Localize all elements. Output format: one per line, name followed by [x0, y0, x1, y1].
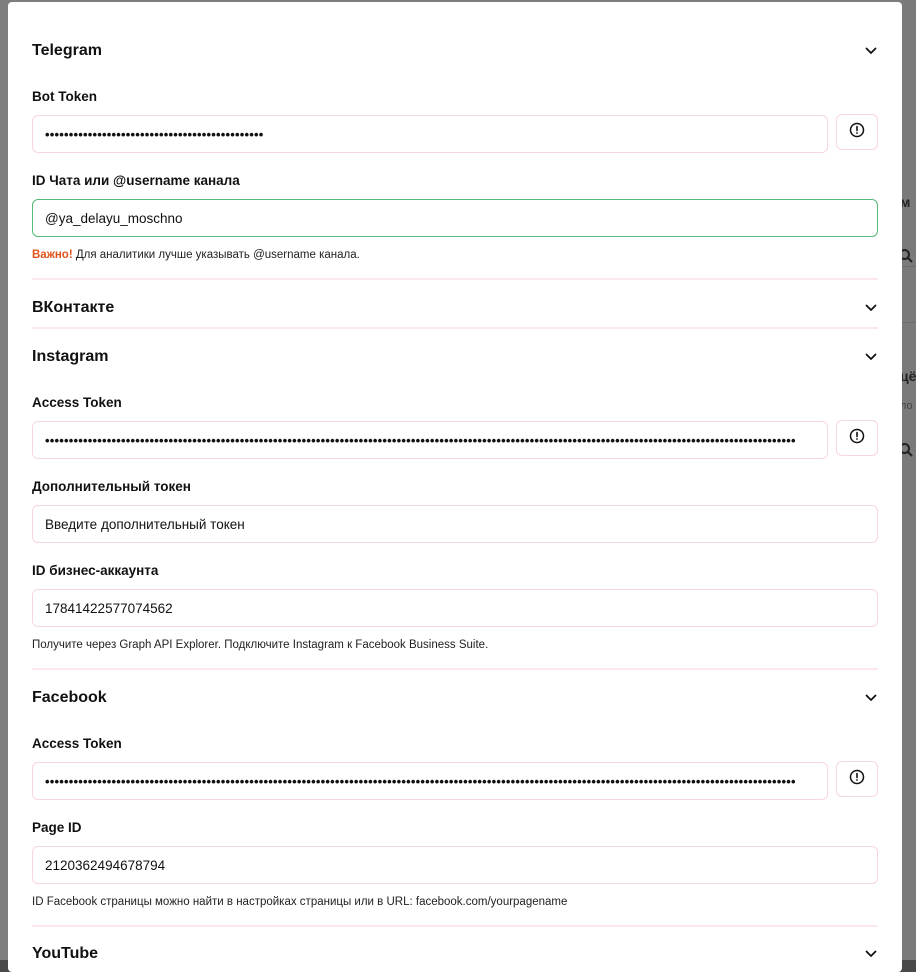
chevron-down-icon: [864, 44, 878, 58]
section-header-instagram[interactable]: Instagram: [32, 345, 878, 369]
toggle-instagram-token-button[interactable]: [836, 420, 878, 456]
business-id-label: ID бизнес-аккаунта: [32, 563, 159, 578]
chevron-down-icon: [864, 301, 878, 315]
facebook-access-token-field[interactable]: ••••••••••••••••••••••••••••••••••••••••…: [32, 762, 828, 800]
page-id-label: Page ID: [32, 820, 82, 835]
bot-token-value: ••••••••••••••••••••••••••••••••••••••••…: [45, 126, 264, 142]
section-title: Telegram: [32, 42, 102, 59]
background-text: цё: [900, 368, 916, 384]
instagram-access-token-value: ••••••••••••••••••••••••••••••••••••••••…: [45, 432, 796, 448]
telegram-hint: Важно! Для аналитики лучше указывать @us…: [32, 249, 360, 261]
extra-token-label: Дополнительный токен: [32, 479, 191, 494]
section-title: Instagram: [32, 348, 109, 365]
section-title: Facebook: [32, 689, 107, 706]
page-id-field[interactable]: 2120362494678794: [32, 846, 878, 884]
section-divider: [32, 925, 878, 927]
alert-circle-icon: [849, 769, 865, 790]
chevron-down-icon: [864, 350, 878, 364]
background-strip: [902, 0, 916, 960]
instagram-access-token-field[interactable]: ••••••••••••••••••••••••••••••••••••••••…: [32, 421, 828, 459]
facebook-hint: ID Facebook страницы можно найти в настр…: [32, 896, 568, 908]
instagram-hint: Получите через Graph API Explorer. Подкл…: [32, 639, 489, 651]
alert-circle-icon: [849, 428, 865, 449]
business-id-value: 17841422577074562: [45, 600, 173, 616]
extra-token-field[interactable]: Введите дополнительный токен: [32, 505, 878, 543]
background-divider: [902, 322, 916, 323]
chevron-down-icon: [864, 691, 878, 705]
bot-token-label: Bot Token: [32, 89, 97, 104]
section-divider: [32, 668, 878, 670]
section-header-vk[interactable]: ВКонтакте: [32, 296, 878, 320]
section-divider: [32, 278, 878, 280]
section-header-facebook[interactable]: Facebook: [32, 686, 878, 710]
section-header-telegram[interactable]: Telegram: [32, 39, 878, 63]
chat-id-label: ID Чата или @username канала: [32, 173, 240, 188]
page-id-value: 2120362494678794: [45, 857, 166, 873]
background-divider: [902, 266, 916, 267]
business-id-field[interactable]: 17841422577074562: [32, 589, 878, 627]
chat-id-field[interactable]: @ya_delayu_moschno: [32, 199, 878, 237]
important-label: Важно!: [32, 249, 73, 261]
section-title: ВКонтакте: [32, 299, 115, 316]
section-header-youtube[interactable]: YouTube: [32, 942, 878, 966]
section-divider: [32, 327, 878, 329]
facebook-access-token-value: ••••••••••••••••••••••••••••••••••••••••…: [45, 773, 796, 789]
toggle-facebook-token-button[interactable]: [836, 761, 878, 797]
facebook-access-token-label: Access Token: [32, 736, 122, 751]
chevron-down-icon: [864, 947, 878, 961]
extra-token-placeholder: Введите дополнительный токен: [45, 516, 245, 532]
chat-id-value: @ya_delayu_moschno: [45, 210, 183, 226]
integrations-modal: Telegram Bot Token •••••••••••••••••••••…: [8, 2, 902, 972]
hint-text: Для аналитики лучше указывать @username …: [72, 249, 360, 261]
instagram-access-token-label: Access Token: [32, 395, 122, 410]
alert-circle-icon: [849, 122, 865, 143]
bot-token-field[interactable]: ••••••••••••••••••••••••••••••••••••••••…: [32, 115, 828, 153]
section-title: YouTube: [32, 945, 99, 962]
toggle-bot-token-button[interactable]: [836, 114, 878, 150]
